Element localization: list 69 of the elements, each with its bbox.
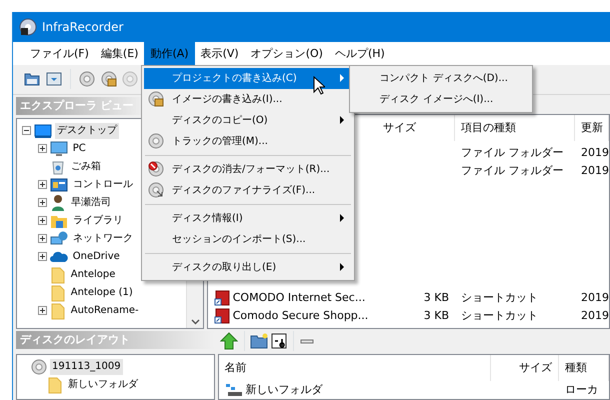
save-icon[interactable]	[46, 71, 62, 88]
tree-item[interactable]: ライブラリ	[70, 212, 125, 229]
tree-item[interactable]: 早瀬浩司	[68, 194, 113, 211]
rename-icon[interactable]	[271, 333, 287, 350]
column-header[interactable]: サイズ	[377, 114, 455, 141]
up-arrow-icon[interactable]	[220, 332, 238, 350]
column-header[interactable]: 名前	[218, 355, 491, 381]
menu-item[interactable]: セッションのインポート(S)...	[144, 229, 352, 250]
disc-box-icon[interactable]	[100, 71, 116, 88]
shortcut-icon	[214, 308, 230, 324]
table-cell-text: 2019	[580, 144, 609, 160]
app-icon	[18, 18, 36, 36]
expand-icon[interactable]	[38, 144, 48, 154]
expand-icon[interactable]	[38, 198, 48, 208]
menu-item[interactable]: コンパクト ディスクへ(D)...	[352, 68, 530, 89]
menu-item[interactable]: オプション(O)	[244, 42, 329, 65]
table-cell-text: ファイル フォルダー	[460, 162, 564, 178]
menu-item[interactable]: イメージの書き込み(I)...	[144, 89, 352, 110]
disc-icon[interactable]	[79, 71, 95, 88]
file-name[interactable]: 新しいフォルダ	[245, 381, 322, 399]
file-name[interactable]: COMODO Internet Sec...	[232, 288, 366, 307]
tree-item[interactable]: コントロール	[70, 176, 135, 193]
menu-item[interactable]: ファイル(F)	[24, 42, 95, 65]
shortcut-icon	[214, 290, 230, 306]
table-cell-text: 3 KB	[422, 308, 450, 324]
expand-icon[interactable]	[38, 180, 48, 190]
tree-item[interactable]: ごみ箱	[68, 158, 103, 175]
chevron-down-icon[interactable]	[190, 318, 200, 325]
table-cell-text: 2019	[580, 308, 609, 324]
column-header[interactable]: 更新	[575, 114, 609, 141]
table-cell-text: ファイル フォルダー	[460, 144, 564, 160]
cursor-icon	[313, 76, 325, 95]
expand-icon[interactable]	[38, 252, 48, 262]
tree-item[interactable]: AutoRename-	[68, 302, 141, 319]
menu-item[interactable]: ヘルプ(H)	[328, 42, 391, 65]
expand-icon[interactable]	[38, 306, 48, 316]
table-cell-text: ショートカット	[460, 290, 539, 306]
tree-item[interactable]: OneDrive	[70, 248, 122, 265]
menu-item[interactable]: プロジェクトの書き込み(C)	[144, 68, 352, 89]
menu-item[interactable]: ディスクのコピー(O)	[144, 110, 352, 131]
tree-item[interactable]: ネットワーク	[70, 230, 135, 247]
column-header[interactable]: 項目の種類	[455, 114, 575, 141]
collapse-icon[interactable]	[22, 126, 32, 136]
menu-item[interactable]: 表示(V)	[194, 42, 245, 65]
menu-item[interactable]: 動作(A)	[144, 42, 195, 65]
file-name[interactable]: Comodo Secure Shopp...	[232, 306, 368, 325]
table-cell-text: ローカ	[564, 382, 599, 398]
table-cell-text: 2019	[580, 290, 609, 306]
tree-item[interactable]: 新しいフォルダ	[66, 376, 140, 393]
menu-item[interactable]: ディスク情報(I)	[144, 208, 352, 229]
tree-item[interactable]: デスクトップ	[54, 122, 119, 139]
tree-item[interactable]: 191113_1009	[50, 358, 123, 375]
menu-item[interactable]: ディスクのファイナライズ(F)...	[144, 180, 352, 201]
tree-item[interactable]: PC	[70, 140, 88, 157]
menu-item[interactable]: ディスク イメージへ(I)...	[352, 89, 530, 110]
expand-icon[interactable]	[38, 216, 48, 226]
column-header[interactable]: 種類	[559, 355, 609, 381]
tree-item[interactable]: Antelope (1)	[68, 284, 135, 301]
menu-item[interactable]: ディスクの取り出し(E)	[144, 257, 352, 278]
menu-item[interactable]: トラックの管理(M)...	[144, 131, 352, 152]
tree-item[interactable]: Antelope	[68, 266, 118, 283]
column-header[interactable]: サイズ	[491, 355, 559, 381]
menu-item[interactable]: 編集(E)	[94, 42, 144, 65]
expand-icon[interactable]	[38, 234, 48, 244]
table-cell-text: 2019	[580, 162, 609, 178]
table-cell-text: 3 KB	[422, 290, 450, 306]
table-cell-text: ショートカット	[460, 308, 539, 324]
menu-item[interactable]: ディスクの消去/フォーマット(R)...	[144, 159, 352, 180]
window-title: InfraRecorder	[42, 18, 124, 36]
